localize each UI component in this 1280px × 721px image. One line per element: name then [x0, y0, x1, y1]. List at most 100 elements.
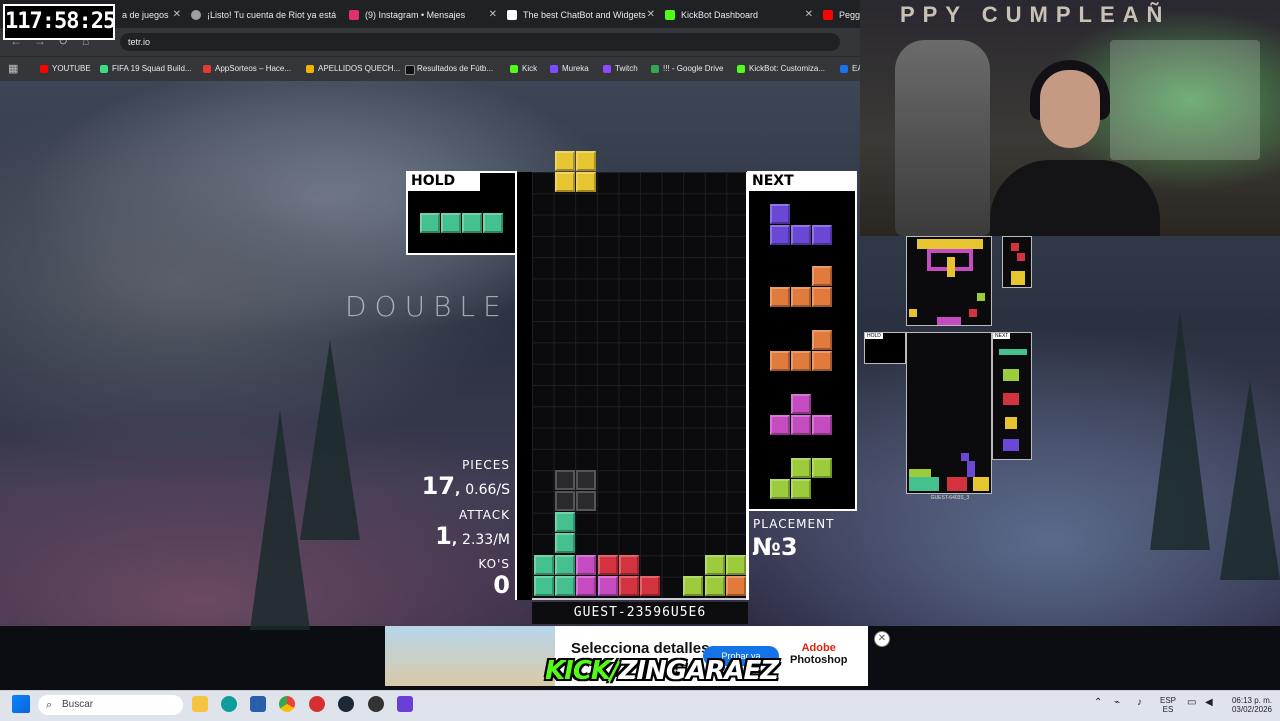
kick-channel-name: ZINGARAEZ [618, 656, 780, 686]
active-piece-block [576, 151, 596, 171]
kickbot-icon [737, 65, 745, 73]
bookmark-item[interactable]: Twitch [603, 62, 638, 76]
bookmark-item[interactable]: Resultados de Fútb... [405, 62, 493, 76]
next-piece-block [770, 287, 790, 307]
bookmark-item[interactable]: AppSorteos – Hace... [203, 62, 291, 76]
ghost-piece-block [576, 470, 596, 490]
gaming-chair [895, 40, 990, 236]
opponent2-block [961, 453, 969, 461]
stream-timer: 117:58:25 [3, 4, 116, 40]
tab-label: KickBot Dashboard [681, 10, 759, 20]
bookmark-label: !!! - Google Drive [663, 64, 724, 73]
chevron-up-icon[interactable]: ⌃ [1094, 698, 1102, 708]
opponent2-next-panel: NEXT [992, 332, 1032, 460]
ad-photo [385, 626, 555, 686]
browser-tab[interactable]: The best ChatBot and Widgets ✕ [501, 4, 659, 26]
microphone-icon[interactable]: ♪ [1137, 698, 1142, 708]
stack-block [555, 576, 575, 596]
bookmark-icon [306, 65, 314, 73]
bookmark-label: YOUTUBE [52, 64, 91, 73]
bookmark-item[interactable]: APELLIDOS QUECH... [306, 62, 400, 76]
app-icon[interactable] [309, 696, 325, 712]
bookmark-item[interactable]: KickBot: Customiza... [737, 62, 825, 76]
opponent-block [909, 309, 917, 317]
browser-tab[interactable]: Peggy [817, 4, 860, 26]
opponent2-block [973, 477, 989, 491]
volume-icon[interactable]: ◀ [1205, 698, 1213, 708]
obs-icon[interactable] [368, 696, 384, 712]
next-piece-block [812, 287, 832, 307]
apps-grid-icon[interactable]: ▦ [8, 62, 18, 76]
taskbar-search[interactable]: ⌕ Buscar [38, 695, 183, 715]
edge-icon[interactable] [221, 696, 237, 712]
bookmark-label: FIFA 19 Squad Build... [112, 64, 192, 73]
steam-icon[interactable] [338, 696, 354, 712]
active-piece-block [555, 151, 575, 171]
bookmark-item[interactable]: FIFA 19 Squad Build... [100, 62, 192, 76]
youtube-icon [40, 65, 48, 73]
stack-block [555, 533, 575, 553]
soccer-icon [405, 65, 415, 75]
stack-block [555, 512, 575, 532]
close-icon[interactable]: ✕ [805, 4, 813, 26]
twitch-icon [603, 65, 611, 73]
browser-tab[interactable]: KickBot Dashboard ✕ [659, 4, 817, 26]
opponent2-name: GUEST-6403S_3 [930, 495, 970, 501]
ad-headline: Selecciona detalles [571, 640, 710, 657]
kick-logo-text: KICK/ [545, 656, 620, 686]
streamer-face [1040, 70, 1100, 148]
bookmark-item[interactable]: !!! - Google Drive [651, 62, 723, 76]
close-icon[interactable]: ✕ [173, 4, 181, 26]
app-grid-icon[interactable] [397, 696, 413, 712]
close-icon[interactable]: ✕ [874, 631, 890, 647]
streamer [990, 60, 1160, 236]
network-icon[interactable]: ⌁ [1114, 698, 1120, 708]
ghost-piece-block [576, 491, 596, 511]
attack-stat: 1, 2.33/M [435, 522, 510, 550]
next-piece-block [770, 415, 790, 435]
bookmark-label: Resultados de Fútb... [417, 64, 494, 73]
bookmark-label: Kick [522, 64, 538, 73]
next-piece-block [770, 351, 790, 371]
placement-value: №3 [752, 533, 798, 561]
windows-start-icon[interactable] [12, 695, 30, 713]
bookmark-label: APELLIDOS QUECH... [318, 64, 401, 73]
stack-block [619, 576, 639, 596]
address-bar[interactable]: tetr.io [120, 33, 840, 51]
opponent2-hold-panel: HOLD [864, 332, 906, 364]
stack-block [534, 555, 554, 575]
opponent2-next-block [1005, 417, 1017, 429]
opponent-next-block [1011, 271, 1025, 285]
store-icon[interactable] [250, 696, 266, 712]
stack-block [534, 576, 554, 596]
browser-tab[interactable]: ¡Listo! Tu cuenta de Riot ya está [185, 4, 343, 26]
wifi-icon[interactable]: ▭ [1187, 698, 1196, 708]
bookmark-item[interactable]: Kick [510, 62, 537, 76]
language-indicator[interactable]: ESP ES [1160, 696, 1176, 714]
globe-icon [191, 10, 201, 20]
clock[interactable]: 06:13 p. m. 03/02/2026 [1222, 696, 1272, 714]
next-piece-block [791, 394, 811, 414]
close-icon[interactable]: ✕ [489, 4, 497, 26]
kos-value: 0 [493, 571, 510, 599]
close-icon[interactable]: ✕ [647, 4, 655, 26]
opponent-block [937, 317, 961, 325]
hold-label: HOLD [408, 173, 480, 191]
pieces-stat: 17, 0.66/S [421, 472, 510, 500]
opponent2-block [967, 461, 975, 477]
chrome-icon[interactable] [279, 696, 295, 712]
browser-tab[interactable]: (9) Instagram • Mensajes ✕ [343, 4, 501, 26]
next-piece-block [791, 225, 811, 245]
stack-block [726, 555, 746, 575]
hold-piece-block [462, 213, 482, 233]
active-piece-block [555, 172, 575, 192]
bookmark-item[interactable]: Mureka [550, 62, 589, 76]
opponent2-hold-label: HOLD [865, 333, 883, 339]
bookmark-item[interactable]: YOUTUBE [40, 62, 91, 76]
kos-label: KO'S [478, 557, 510, 571]
opponent2-next-block [1003, 439, 1019, 451]
file-explorer-icon[interactable] [192, 696, 208, 712]
youtube-icon [823, 10, 833, 20]
opponent-next-block [1011, 243, 1019, 251]
instagram-icon [349, 10, 359, 20]
